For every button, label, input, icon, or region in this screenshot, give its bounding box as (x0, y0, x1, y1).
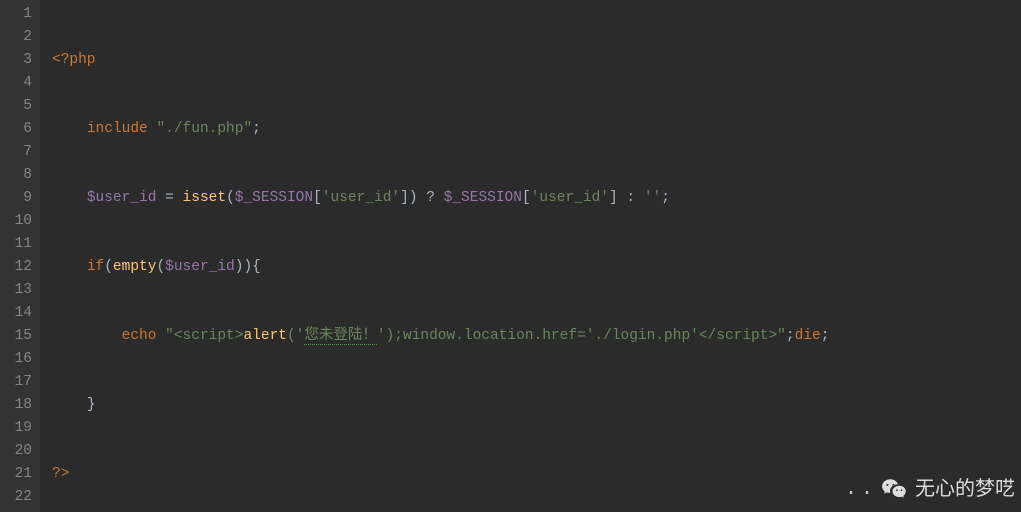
line-number: 22 (0, 486, 32, 509)
string: '' (644, 190, 661, 206)
line-number: 14 (0, 302, 32, 325)
code-line: $user_id = isset($_SESSION['user_id']) ?… (52, 187, 1021, 210)
line-number: 9 (0, 187, 32, 210)
variable: $user_id (165, 259, 235, 275)
line-number: 12 (0, 256, 32, 279)
line-number: 1 (0, 3, 32, 26)
line-number: 17 (0, 371, 32, 394)
php-open-tag: <?php (52, 52, 96, 68)
keyword-include: include (87, 121, 148, 137)
function: empty (113, 259, 157, 275)
line-number: 19 (0, 417, 32, 440)
line-number: 21 (0, 463, 32, 486)
string: "<script> (165, 328, 243, 344)
string: 'user_id' (531, 190, 609, 206)
code-line: echo "<script>alert('您未登陆！');window.loca… (52, 325, 1021, 348)
string: t>" (760, 328, 786, 344)
line-number: 18 (0, 394, 32, 417)
string: 'user_id' (322, 190, 400, 206)
line-number: 4 (0, 72, 32, 95)
line-number-gutter: 1 2 3 4 5 6 7 8 9 10 11 12 13 14 15 16 1… (0, 0, 40, 512)
code-line: <?php (52, 49, 1021, 72)
line-number: 3 (0, 49, 32, 72)
function: isset (183, 190, 227, 206)
php-close-tag: ?> (52, 466, 69, 482)
paren: ( (226, 190, 235, 206)
punct: ]) ? (400, 190, 444, 206)
string: (' (287, 328, 304, 344)
function: alert (243, 328, 287, 344)
string: "./fun.php" (156, 121, 252, 137)
code-line: include "./fun.php"; (52, 118, 1021, 141)
line-number: 11 (0, 233, 32, 256)
string: ');window.location.href='./login.php'</s… (377, 328, 760, 344)
code-line: if(empty($user_id)){ (52, 256, 1021, 279)
watermark-dots-icon: .. (845, 478, 877, 501)
variable: $_SESSION (444, 190, 522, 206)
punct: ; (786, 328, 795, 344)
code-line: } (52, 394, 1021, 417)
line-number: 20 (0, 440, 32, 463)
watermark-text: 无心的梦呓 (915, 478, 1015, 501)
variable: $_SESSION (235, 190, 313, 206)
bracket: [ (522, 190, 531, 206)
paren: ( (156, 259, 165, 275)
wechat-icon (881, 476, 907, 502)
bracket: [ (313, 190, 322, 206)
line-number: 8 (0, 164, 32, 187)
string-cn: 您未登陆！ (304, 328, 377, 345)
variable: $user_id (87, 190, 157, 206)
paren: ( (104, 259, 113, 275)
watermark: .. 无心的梦呓 (845, 476, 1015, 502)
brace: } (87, 397, 96, 413)
keyword-if: if (87, 259, 104, 275)
line-number: 16 (0, 348, 32, 371)
punct: ] : (609, 190, 644, 206)
line-number: 7 (0, 141, 32, 164)
line-number: 2 (0, 26, 32, 49)
keyword-die: die (795, 328, 821, 344)
line-number: 6 (0, 118, 32, 141)
line-number: 10 (0, 210, 32, 233)
line-number: 13 (0, 279, 32, 302)
line-number: 15 (0, 325, 32, 348)
code-editor[interactable]: <?php include "./fun.php"; $user_id = is… (40, 0, 1021, 512)
operator: = (156, 190, 182, 206)
punct: )){ (235, 259, 261, 275)
keyword-echo: echo (122, 328, 157, 344)
line-number: 5 (0, 95, 32, 118)
